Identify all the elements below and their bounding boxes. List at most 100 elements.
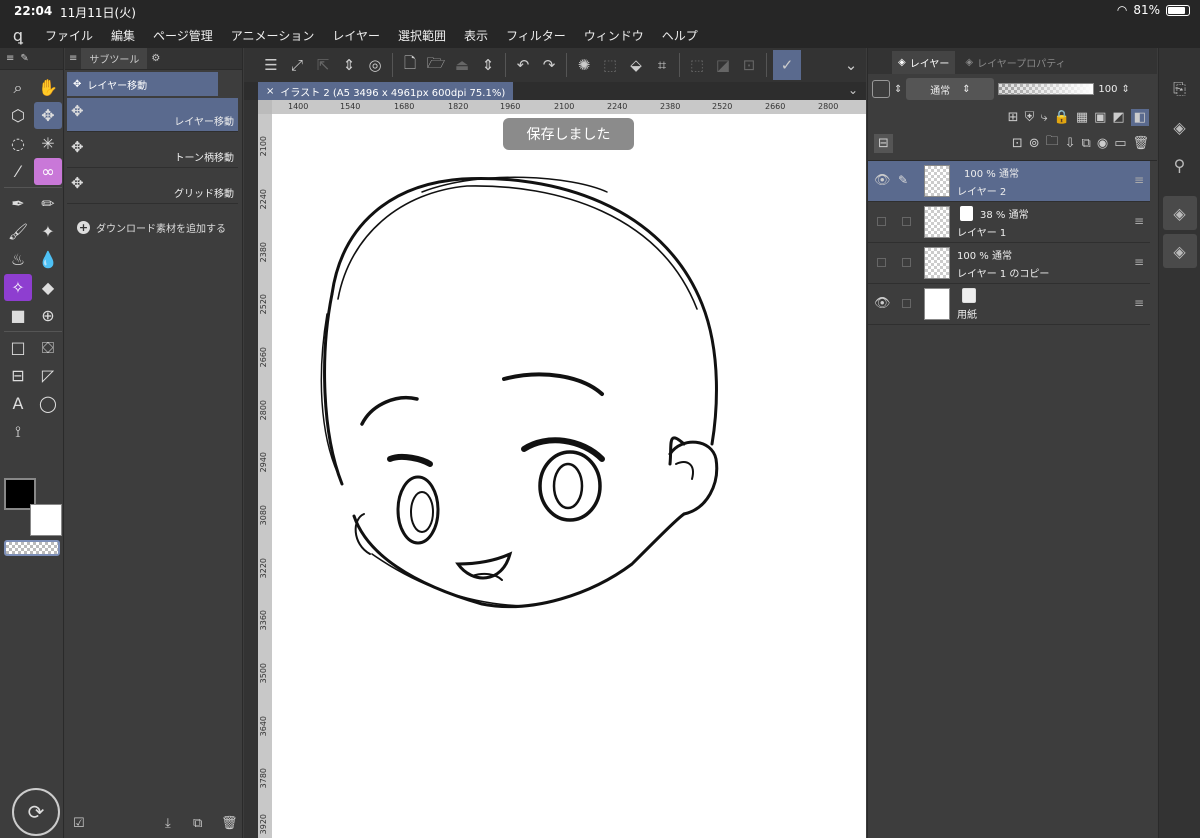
hamburger-menu-icon[interactable]: ☰ — [260, 53, 282, 77]
fill-bucket-icon[interactable]: ⬙ — [625, 53, 647, 77]
text-tool-icon[interactable]: A — [4, 390, 32, 417]
pencil-tool-icon[interactable]: ✏ — [34, 190, 62, 217]
magic-wand-tool-icon[interactable]: ✳ — [34, 130, 62, 157]
menu-filter[interactable]: フィルター — [497, 27, 575, 44]
palette-color-icon[interactable]: ◩ — [1112, 110, 1124, 125]
layer-checkbox[interactable] — [902, 217, 911, 226]
clip-icon[interactable]: ⤷ — [1040, 110, 1047, 125]
layer-list-view-icon[interactable]: ⊟ — [874, 133, 893, 153]
layer-color-icon[interactable]: ◧ — [1130, 108, 1149, 126]
save-icon[interactable]: ⏏ — [451, 53, 473, 77]
menu-help[interactable]: ヘルプ — [653, 27, 707, 44]
subtool-group-header[interactable]: ✥ レイヤー移動 — [67, 72, 218, 96]
transform-icon[interactable]: ⌗ — [651, 53, 673, 77]
balloon-tool-icon[interactable]: ◯ — [34, 390, 62, 417]
opacity-slider[interactable] — [998, 83, 1095, 95]
menu-layer[interactable]: レイヤー — [323, 27, 389, 44]
mask-create-icon[interactable]: ◉ — [1097, 136, 1108, 151]
transfer-down-icon[interactable]: ⇩ — [1065, 136, 1076, 151]
search-layer-icon[interactable]: ⚲ — [1163, 148, 1197, 182]
blend-mode-select[interactable]: 通常 ⇕ — [906, 78, 995, 100]
zoom-tool-icon[interactable]: ⌕ — [4, 74, 32, 101]
layer-properties-icon[interactable]: ◈ — [1163, 110, 1197, 144]
new-vector-layer-icon[interactable]: ⊚ — [1029, 136, 1040, 151]
eraser-tool-icon[interactable]: ◆ — [34, 274, 62, 301]
chevron-updown-icon[interactable]: ⇕ — [338, 53, 360, 77]
subtool-item-layer-move[interactable]: ✥ レイヤー移動 — [67, 98, 238, 132]
menu-animation[interactable]: アニメーション — [222, 27, 324, 44]
select-layer-icon[interactable]: ⬚ — [599, 53, 621, 77]
menu-edit[interactable]: 編集 — [102, 27, 144, 44]
layer-checkbox[interactable] — [902, 258, 911, 267]
fill-tool-icon[interactable]: ⛋ — [34, 334, 62, 361]
layer-row[interactable]: 38 % 通常 レイヤー 1 ≡ — [868, 202, 1150, 243]
brush-tab-icon[interactable]: ✎ — [20, 53, 28, 64]
subtool-item-grid-move[interactable]: ✥ グリッド移動 — [67, 170, 238, 204]
brush-tool-icon[interactable]: 🖌 — [4, 218, 32, 245]
combine-icon[interactable]: ⧉ — [1082, 136, 1091, 151]
layer-menu-icon[interactable]: ≡ — [1134, 173, 1144, 187]
operation-tool-icon[interactable]: ⬡ — [4, 102, 32, 129]
menu-page[interactable]: ページ管理 — [144, 27, 222, 44]
menu-file[interactable]: ファイル — [36, 27, 102, 44]
eyedropper-tool-icon[interactable]: ⁄ — [4, 158, 32, 185]
new-folder-icon[interactable]: 🗀 — [1046, 132, 1059, 154]
import-icon[interactable]: ⤓ — [165, 816, 171, 831]
lock-transparent-icon[interactable]: ▦ — [1076, 110, 1088, 125]
sub-color-swatch[interactable] — [30, 504, 62, 536]
visibility-checkbox[interactable] — [877, 217, 886, 226]
subtool-menu-icon[interactable]: ≡ — [69, 53, 77, 64]
trash-icon[interactable]: 🗑 — [221, 816, 238, 831]
edit-mode-icon[interactable]: ⟳ — [12, 788, 60, 836]
transparent-color-swatch[interactable] — [4, 540, 60, 556]
vector-tool-icon[interactable]: ⟟ — [4, 418, 32, 445]
loading-icon[interactable]: ✺ — [573, 53, 595, 77]
app-logo-icon[interactable]: ꝗ — [0, 22, 36, 48]
chevron-updown-icon[interactable]: ⇕ — [1121, 84, 1129, 95]
layer-menu-icon[interactable]: ≡ — [1134, 255, 1144, 269]
layer-row[interactable]: 👁 用紙 ≡ — [868, 284, 1150, 325]
figure-tool-icon[interactable]: ⊕ — [34, 302, 62, 329]
delete-layer-icon[interactable]: 🗑 — [1132, 136, 1149, 151]
crop-icon[interactable]: ⊡ — [738, 53, 760, 77]
eye-icon[interactable]: 👁 — [874, 173, 891, 188]
layer-row[interactable]: 100 % 通常 レイヤー 1 のコピー ≡ — [868, 243, 1150, 284]
chevron-down-icon[interactable]: ⌄ — [840, 53, 862, 77]
layer-row[interactable]: 👁 ✎ 100 % 通常 レイヤー 2 ≡ — [868, 161, 1150, 202]
pen-tool-icon[interactable]: ✒ — [4, 190, 32, 217]
undo-icon[interactable]: ↶ — [512, 53, 534, 77]
subtool-tab[interactable]: サブツール — [81, 48, 148, 69]
close-tab-icon[interactable]: × — [266, 86, 274, 97]
layer-checkbox[interactable] — [902, 299, 911, 308]
subtool-settings-icon[interactable]: ⚙ — [151, 53, 160, 64]
decoration-tool-icon[interactable]: ✧ — [4, 274, 32, 301]
clear-selection-icon[interactable]: ⬚ — [686, 53, 708, 77]
invert-selection-icon[interactable]: ◪ — [712, 53, 734, 77]
hand-tool-icon[interactable]: ✋ — [34, 74, 62, 101]
layer-menu-icon[interactable]: ≡ — [1134, 214, 1144, 228]
menu-selection[interactable]: 選択範囲 — [389, 27, 455, 44]
layer-color-box[interactable] — [872, 80, 890, 98]
tab-layer-properties[interactable]: ◈ レイヤープロパティ — [959, 51, 1071, 74]
apply-mask-icon[interactable]: ▭ — [1114, 136, 1126, 151]
export-icon[interactable]: ⇱ — [312, 53, 334, 77]
resize-icon[interactable]: ⤢ — [286, 53, 308, 77]
blend-tool-icon[interactable]: 💧 — [34, 246, 62, 273]
gradient-tool-icon[interactable]: ■ — [4, 302, 32, 329]
layers-icon[interactable]: ◈ — [1162, 196, 1197, 230]
reference-layer-icon[interactable]: ⊞ — [1008, 110, 1019, 125]
tab-layer[interactable]: ◈ レイヤー — [892, 51, 956, 74]
ruler-tool-icon[interactable]: ◸ — [34, 362, 62, 389]
redo-icon[interactable]: ↷ — [538, 53, 560, 77]
animation-icon[interactable]: ⎘ — [1163, 72, 1197, 106]
mask-icon[interactable]: ▣ — [1094, 110, 1106, 125]
eye-icon[interactable]: 👁 — [874, 296, 891, 311]
canvas-tab[interactable]: × イラスト 2 (A5 3496 x 4961px 600dpi 75.1%) — [258, 82, 514, 100]
add-material-button[interactable]: + ダウンロード素材を追加する — [77, 220, 242, 235]
layer-menu-icon[interactable]: ≡ — [1134, 296, 1144, 310]
move-tool-icon[interactable]: ✥ — [34, 102, 62, 129]
open-folder-icon[interactable]: 🗁 — [425, 53, 447, 77]
lasso-tool-icon[interactable]: ◌ — [4, 130, 32, 157]
sparkle-tool-icon[interactable]: ✦ — [34, 218, 62, 245]
drawing-canvas[interactable] — [272, 114, 866, 838]
